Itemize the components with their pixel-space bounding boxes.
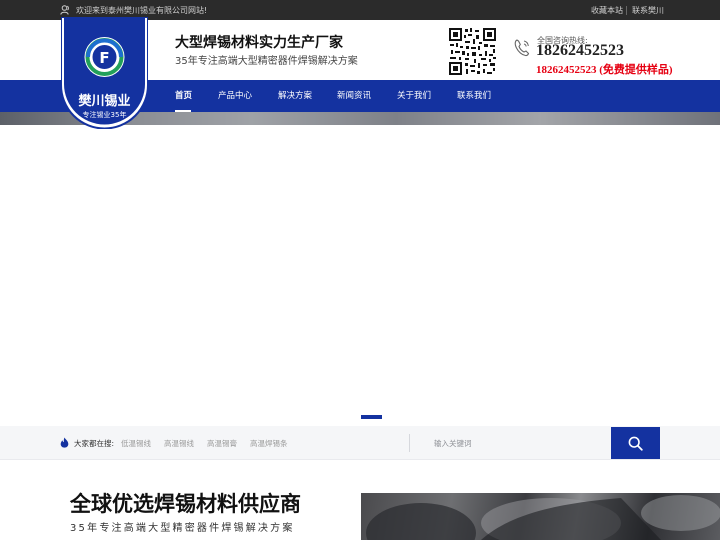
hero-slide-area <box>0 125 720 426</box>
logo-letter: F <box>99 49 109 67</box>
nav-contact[interactable]: 联系我们 <box>457 80 491 112</box>
search-button[interactable] <box>611 427 660 459</box>
logo-tagline: 专注锡业35年 <box>83 110 127 119</box>
nav-about[interactable]: 关于我们 <box>397 80 431 112</box>
user-icon <box>60 5 69 15</box>
section-photo <box>361 493 720 540</box>
qr-code-icon <box>448 27 497 76</box>
soldering-photo-image <box>366 495 720 540</box>
favorite-link[interactable]: 收藏本站 <box>591 5 623 16</box>
hot-keyword-link[interactable]: 高温锡线 <box>164 438 194 449</box>
company-logo[interactable]: F 樊川锡业 专注锡业35年 <box>61 17 148 129</box>
hot-keyword-link[interactable]: 高温锡膏 <box>207 438 237 449</box>
header-subtitle: 35年专注高端大型精密器件焊锡解决方案 <box>175 56 358 67</box>
section-title: 全球优选焊锡材料供应商 <box>70 492 301 516</box>
hot-keyword-link[interactable]: 高温焊锡条 <box>250 438 288 449</box>
search-input[interactable] <box>410 428 610 459</box>
slide-indicator[interactable] <box>361 415 382 419</box>
search-icon <box>628 436 643 451</box>
section-subtitle: 35年专注高端大型精密器件焊锡解决方案 <box>70 523 295 534</box>
hot-search-label: 大家都在搜: <box>74 439 115 448</box>
nav-news[interactable]: 新闻资讯 <box>337 80 371 112</box>
nav-products[interactable]: 产品中心 <box>218 80 252 112</box>
hot-keyword-link[interactable]: 低温锡线 <box>121 438 151 449</box>
phone-icon <box>514 39 530 57</box>
nav-home[interactable]: 首页 <box>175 80 192 112</box>
free-sample-line: 18262452523 (免费提供样品) <box>536 64 673 76</box>
logo-name: 樊川锡业 <box>78 93 130 109</box>
header-title: 大型焊锡材料实力生产厂家 <box>175 35 343 51</box>
hotline-number: 18262452523 <box>536 42 624 59</box>
flame-icon <box>60 437 69 448</box>
welcome-text: 欢迎来到泰州樊川锡业有限公司网站! <box>76 6 208 15</box>
nav-solutions[interactable]: 解决方案 <box>278 80 312 112</box>
contact-link[interactable]: 联系樊川 <box>632 5 664 16</box>
topbar-divider <box>626 6 627 15</box>
